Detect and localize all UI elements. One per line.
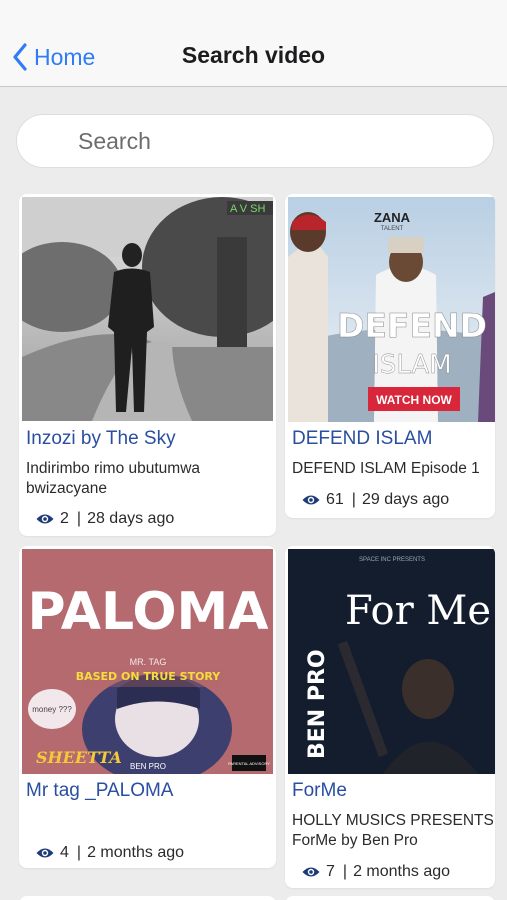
chevron-left-icon [13, 43, 27, 71]
brand-logo-subtext: TALENT [381, 226, 404, 232]
thumbnail-headline: For Me [345, 588, 491, 634]
video-title[interactable]: Mr tag _PALOMA [26, 780, 173, 802]
video-title[interactable]: DEFEND ISLAM [292, 428, 432, 450]
video-thumbnail[interactable]: SPACE INC PRESENTS For Me BEN PRO [288, 549, 495, 774]
thumbnail-headline-2: ISLAM [372, 350, 451, 380]
video-thumbnail[interactable]: PALOMA MR. TAG BASED ON TRUE STORY money… [22, 549, 273, 774]
video-card[interactable]: SPACE INC PRESENTS For Me BEN PRO ForMe … [285, 546, 495, 888]
video-description: DEFEND ISLAM Episode 1 [292, 460, 480, 477]
video-card[interactable]: PALOMA MR. TAG BASED ON TRUE STORY money… [19, 546, 276, 868]
thumbnail-presenter: SPACE INC PRESENTS [359, 557, 425, 563]
search-bar [16, 114, 494, 168]
back-button[interactable]: Home [12, 40, 95, 74]
video-thumbnail[interactable]: A V SH [22, 197, 273, 421]
video-card-partial[interactable] [19, 896, 276, 900]
view-count: 7 [326, 863, 335, 880]
thumbnail-artist: MR. TAG [130, 657, 167, 667]
video-description: Indirimbo rimo ubutumwa bwizacyane [26, 460, 201, 497]
upload-age: 29 days ago [361, 491, 450, 508]
video-meta: 4 | 2 months ago [36, 844, 184, 862]
view-count: 4 [60, 844, 69, 861]
upload-age: 28 days ago [87, 510, 175, 527]
thumbnail-watermark: A V SH [230, 203, 266, 215]
video-description: HOLLY MUSICS PRESENTS ForMe by Ben Pro [292, 812, 494, 849]
eye-icon [302, 495, 320, 505]
navigation-bar: Home Search video [0, 0, 507, 87]
video-thumbnail[interactable]: ZANA TALENT DEFEND ISLAM WATCH NOW [288, 197, 495, 422]
view-count: 2 [60, 510, 69, 527]
speech-bubble-text: money ??? [32, 705, 72, 714]
thumbnail-headline: PALOMA [27, 582, 268, 642]
video-title[interactable]: Inzozi by The Sky [26, 428, 176, 450]
search-input[interactable] [78, 127, 458, 155]
video-meta: 7 | 2 months ago [302, 863, 450, 881]
advisory-label: PARENTAL ADVISORY [228, 761, 270, 766]
brand-logo-text: ZANA [374, 210, 411, 225]
thumbnail-tagline: BASED ON TRUE STORY [76, 670, 222, 683]
video-card-partial[interactable] [285, 896, 495, 900]
video-card[interactable]: A V SH Inzozi by The Sky Indirimbo rimo … [19, 194, 276, 536]
video-title[interactable]: ForMe [292, 780, 347, 802]
view-count: 61 [326, 491, 344, 508]
eye-icon [36, 848, 54, 858]
video-meta: 2 | 28 days ago [36, 510, 174, 528]
thumbnail-producer: BEN PRO [130, 762, 166, 771]
upload-age: 2 months ago [353, 863, 451, 880]
back-label: Home [34, 43, 96, 70]
video-card[interactable]: ZANA TALENT DEFEND ISLAM WATCH NOW DEFEN… [285, 194, 495, 518]
upload-age: 2 months ago [87, 844, 185, 861]
svg-text:WATCH NOW: WATCH NOW [376, 393, 452, 407]
eye-icon [36, 514, 54, 524]
thumbnail-artist: BEN PRO [305, 649, 330, 759]
thumbnail-feature: SHEETTA [36, 748, 122, 767]
eye-icon [302, 867, 320, 877]
video-meta: 61 | 29 days ago [302, 491, 449, 509]
thumbnail-headline: DEFEND [337, 306, 487, 345]
